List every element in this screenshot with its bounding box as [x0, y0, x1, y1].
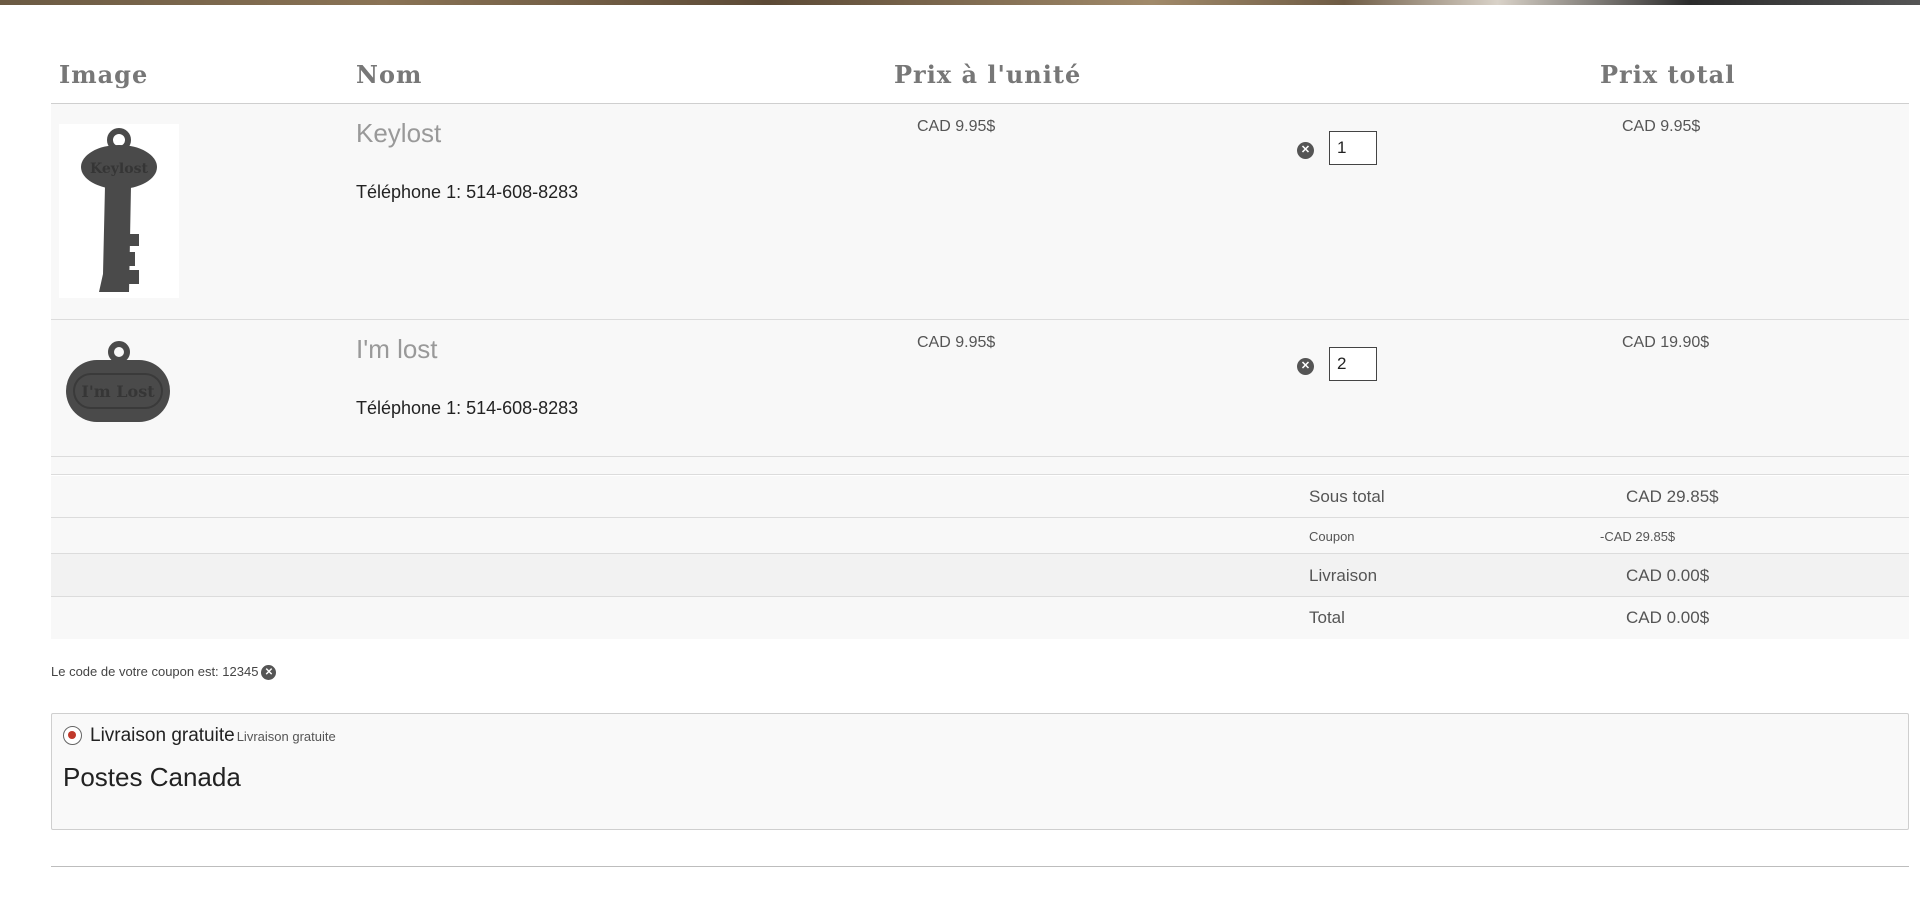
shipping-method-box: Livraison gratuite Livraison gratuite Pos… — [51, 713, 1909, 830]
product-image: I'm Lost — [59, 340, 179, 430]
total-label: Total — [1309, 608, 1345, 627]
header-image: Image — [59, 60, 149, 89]
remove-item-icon[interactable]: ✕ — [1297, 358, 1314, 375]
cart-item-row: I'm Lost I'm lost Téléphone 1: 514-608-8… — [51, 320, 1909, 457]
coupon-note-text: Le code de votre coupon est: 12345 — [51, 664, 259, 679]
quantity-input[interactable] — [1329, 347, 1377, 381]
free-shipping-radio[interactable] — [63, 726, 82, 745]
item-total-price: CAD 19.90$ — [1622, 334, 1710, 351]
subtotal-label: Sous total — [1309, 487, 1385, 506]
remove-coupon-icon[interactable]: ✕ — [261, 665, 277, 681]
coupon-note: Le code de votre coupon est: 12345 ✕ — [51, 664, 277, 681]
coupon-label: Coupon — [1309, 529, 1355, 544]
unit-price: CAD 9.95$ — [917, 118, 996, 135]
header-name: Nom — [356, 60, 423, 89]
coupon-row: Coupon -CAD 29.85$ — [51, 518, 1909, 554]
header-total-price: Prix total — [1600, 60, 1736, 89]
quantity-input[interactable] — [1329, 131, 1377, 165]
product-name-link[interactable]: Keylost — [356, 118, 441, 149]
shipping-carrier: Postes Canada — [63, 762, 241, 792]
cart-header-row: Image Nom Prix à l'unité Prix total — [51, 56, 1909, 104]
total-value: CAD 0.00$ — [1626, 608, 1710, 627]
key-keychain-icon: Keylost — [81, 128, 157, 292]
unit-price: CAD 9.95$ — [917, 334, 996, 351]
tag-keychain-icon: I'm Lost — [66, 341, 170, 422]
total-row: Total CAD 0.00$ — [51, 597, 1909, 639]
header-unit-price: Prix à l'unité — [894, 60, 1082, 89]
shipping-option-name: Livraison gratuite — [90, 725, 235, 746]
cart-item-row: Keylost Keylost Téléphone 1: 514-608-828… — [51, 104, 1909, 320]
shipping-row: Livraison CAD 0.00$ — [51, 554, 1909, 597]
shipping-option-label[interactable]: Livraison gratuite Livraison gratuite — [90, 725, 336, 747]
top-banner-image — [0, 0, 1920, 5]
product-image-text: I'm Lost — [81, 382, 155, 401]
product-image: Keylost — [59, 124, 179, 298]
item-total-price: CAD 9.95$ — [1622, 118, 1701, 135]
subtotal-row: Sous total CAD 29.85$ — [51, 476, 1909, 518]
product-name-link[interactable]: I'm lost — [356, 334, 438, 365]
shipping-label: Livraison — [1309, 566, 1378, 585]
subtotal-value: CAD 29.85$ — [1626, 487, 1719, 506]
product-image-text: Keylost — [90, 161, 148, 177]
coupon-value: -CAD 29.85$ — [1600, 529, 1676, 544]
product-phone: Téléphone 1: 514-608-8283 — [356, 182, 579, 202]
divider — [51, 866, 1909, 867]
shipping-option-sublabel: Livraison gratuite — [236, 729, 336, 744]
spacer-row — [51, 457, 1909, 475]
shipping-value: CAD 0.00$ — [1626, 566, 1710, 585]
remove-item-icon[interactable]: ✕ — [1297, 142, 1314, 159]
product-phone: Téléphone 1: 514-608-8283 — [356, 398, 579, 418]
